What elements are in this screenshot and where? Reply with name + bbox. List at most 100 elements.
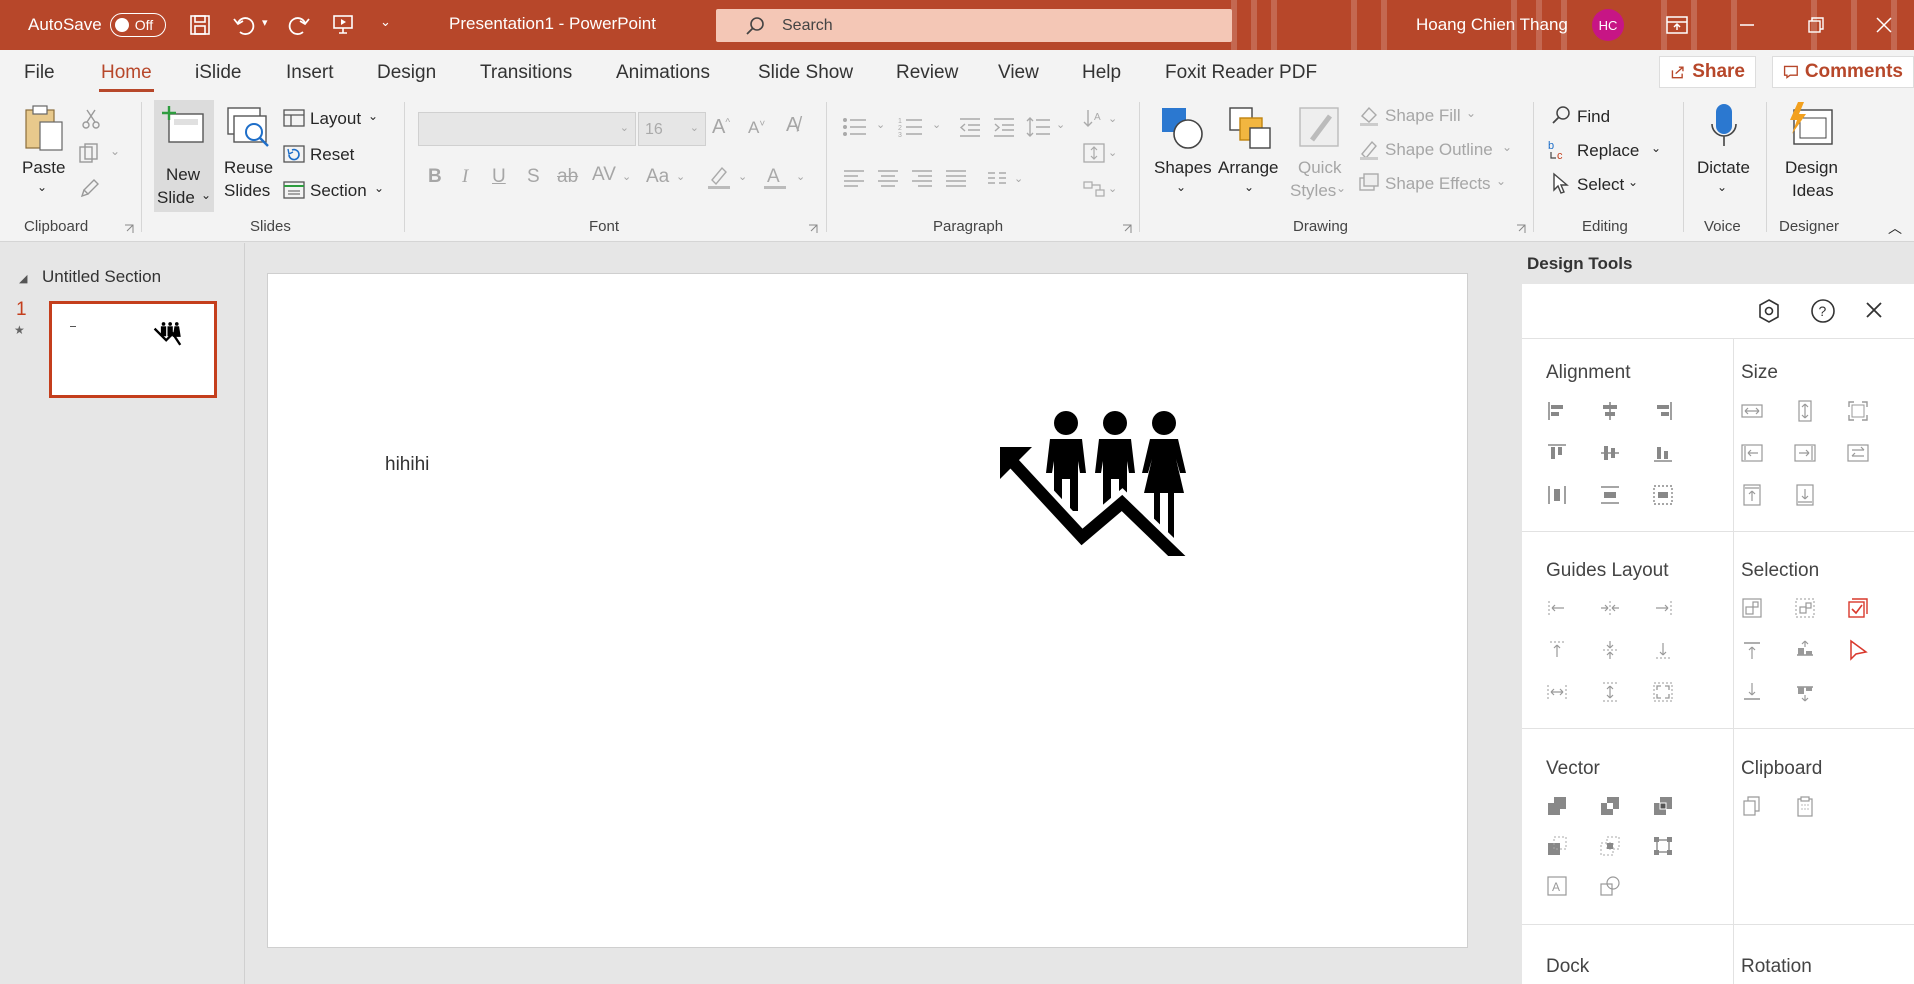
comments-button[interactable]: Comments <box>1772 56 1914 88</box>
replace-icon[interactable]: bc <box>1548 138 1572 165</box>
cut-icon[interactable] <box>80 108 102 133</box>
extend-left-icon[interactable] <box>1741 442 1763 464</box>
avatar[interactable]: HC <box>1592 9 1624 41</box>
arrange-icon[interactable] <box>1228 106 1272 153</box>
reuse-slides-label-1[interactable]: Reuse <box>224 158 273 178</box>
distribute-horizontal-icon[interactable] <box>1546 484 1568 506</box>
align-top-icon[interactable] <box>1546 442 1568 464</box>
reuse-slides-label-2[interactable]: Slides <box>224 181 270 201</box>
paste-icon[interactable] <box>22 104 66 157</box>
numbering-dropdown-icon[interactable]: ⌄ <box>932 118 941 131</box>
copy-icon[interactable] <box>1741 795 1763 817</box>
tab-file[interactable]: File <box>24 62 55 84</box>
guide-right-icon[interactable] <box>1652 597 1674 619</box>
autosave-control[interactable]: AutoSave Off <box>28 13 166 37</box>
close-icon[interactable] <box>1854 0 1914 50</box>
restore-icon[interactable] <box>1786 0 1846 50</box>
character-spacing-dropdown-icon[interactable]: ⌄ <box>622 170 631 183</box>
line-spacing-icon[interactable] <box>1026 116 1050 141</box>
decrease-font-size-icon[interactable]: A˅ <box>748 118 765 138</box>
fragment-icon[interactable] <box>1652 795 1674 817</box>
align-center-icon[interactable] <box>1599 400 1621 422</box>
guide-left-icon[interactable] <box>1546 597 1568 619</box>
text-direction-dropdown-icon[interactable]: ⌄ <box>1108 112 1117 125</box>
columns-icon[interactable] <box>986 170 1008 191</box>
convert-to-smartart-icon[interactable] <box>1082 178 1106 203</box>
format-painter-icon[interactable] <box>80 176 102 201</box>
extend-top-icon[interactable] <box>1741 484 1763 506</box>
shapes-icon[interactable] <box>1160 106 1206 153</box>
bullets-icon[interactable] <box>842 116 868 141</box>
text-to-shape-icon[interactable]: A <box>1546 875 1568 897</box>
undo-dropdown-icon[interactable]: ▾ <box>262 16 268 29</box>
swap-size-icon[interactable] <box>1847 442 1869 464</box>
combine-icon[interactable] <box>1599 795 1621 817</box>
numbering-icon[interactable]: 123 <box>898 116 924 141</box>
redo-icon[interactable] <box>287 13 311 37</box>
extend-right-icon[interactable] <box>1794 442 1816 464</box>
dialog-launcher-icon[interactable] <box>1122 222 1132 237</box>
section-button[interactable]: Section <box>310 181 367 201</box>
tab-animations[interactable]: Animations <box>616 62 710 84</box>
quick-styles-dropdown-icon[interactable]: ⌄ <box>1336 181 1346 195</box>
edit-points-icon[interactable] <box>1652 835 1674 857</box>
reset-button[interactable]: Reset <box>310 145 354 165</box>
section-dropdown-icon[interactable]: ⌄ <box>374 181 384 195</box>
quick-styles-icon[interactable] <box>1298 106 1342 153</box>
select-overlap-icon[interactable] <box>1794 681 1816 703</box>
font-size-combobox[interactable]: 16 ⌄ <box>638 112 706 146</box>
dialog-launcher-icon[interactable] <box>124 222 134 237</box>
paste-label[interactable]: Paste <box>22 158 65 178</box>
layout-dropdown-icon[interactable]: ⌄ <box>368 109 378 123</box>
line-spacing-dropdown-icon[interactable]: ⌄ <box>1056 118 1065 131</box>
guide-fit-height-icon[interactable] <box>1599 681 1621 703</box>
collapse-section-icon[interactable]: ◢ <box>19 272 27 285</box>
shapes-dropdown-icon[interactable]: ⌄ <box>1176 180 1186 194</box>
highlight-color-icon[interactable] <box>706 164 732 193</box>
extend-bottom-icon[interactable] <box>1794 484 1816 506</box>
user-name[interactable]: Hoang Chien Thang <box>1416 15 1568 35</box>
save-icon[interactable] <box>189 14 211 36</box>
clear-formatting-icon[interactable]: A̸ <box>786 114 799 137</box>
select-top-icon[interactable] <box>1741 639 1763 661</box>
paste-icon[interactable] <box>1794 795 1816 817</box>
select-dropdown-icon[interactable]: ⌄ <box>1628 175 1638 189</box>
character-spacing-icon[interactable]: AV <box>592 164 616 186</box>
tab-insert[interactable]: Insert <box>286 62 334 84</box>
bold-icon[interactable]: B <box>428 166 442 188</box>
tab-help[interactable]: Help <box>1082 62 1121 84</box>
tab-islide[interactable]: iSlide <box>195 62 241 84</box>
shape-outline-dropdown-icon[interactable]: ⌄ <box>1502 140 1512 154</box>
shapes-label[interactable]: Shapes <box>1154 158 1212 178</box>
close-pane-icon[interactable] <box>1864 300 1884 320</box>
design-ideas-icon[interactable] <box>1786 102 1834 153</box>
same-size-icon[interactable] <box>1847 400 1869 422</box>
shape-fill-label[interactable]: Shape Fill <box>1385 106 1461 126</box>
slide-thumbnail-1[interactable] <box>49 301 217 398</box>
select-cursor-icon[interactable] <box>1550 172 1572 197</box>
select-similar-icon[interactable] <box>1794 597 1816 619</box>
text-direction-icon[interactable]: A <box>1082 108 1106 135</box>
guide-top-icon[interactable] <box>1546 639 1568 661</box>
align-left-icon[interactable] <box>1546 400 1568 422</box>
find-button[interactable]: Find <box>1577 107 1610 127</box>
shape-replace-icon[interactable] <box>1599 875 1621 897</box>
align-middle-icon[interactable] <box>1599 442 1621 464</box>
layout-button[interactable]: Layout <box>310 109 361 129</box>
tab-transitions[interactable]: Transitions <box>480 62 572 84</box>
autosave-toggle[interactable]: Off <box>109 13 166 37</box>
change-case-dropdown-icon[interactable]: ⌄ <box>676 170 685 183</box>
find-icon[interactable] <box>1550 104 1572 129</box>
growth-people-icon[interactable] <box>1000 411 1190 556</box>
guide-center-icon[interactable] <box>1599 597 1621 619</box>
select-checked-icon[interactable] <box>1847 597 1869 619</box>
guide-bottom-icon[interactable] <box>1652 639 1674 661</box>
font-color-dropdown-icon[interactable]: ⌄ <box>796 170 805 183</box>
copy-dropdown-icon[interactable]: ⌄ <box>110 144 120 158</box>
strikethrough-icon[interactable]: ab <box>557 166 578 188</box>
help-icon[interactable]: ? <box>1810 298 1836 324</box>
columns-dropdown-icon[interactable]: ⌄ <box>1014 172 1023 185</box>
layout-icon[interactable] <box>283 109 305 130</box>
subtract-icon[interactable] <box>1599 835 1621 857</box>
distribute-vertical-icon[interactable] <box>1599 484 1621 506</box>
